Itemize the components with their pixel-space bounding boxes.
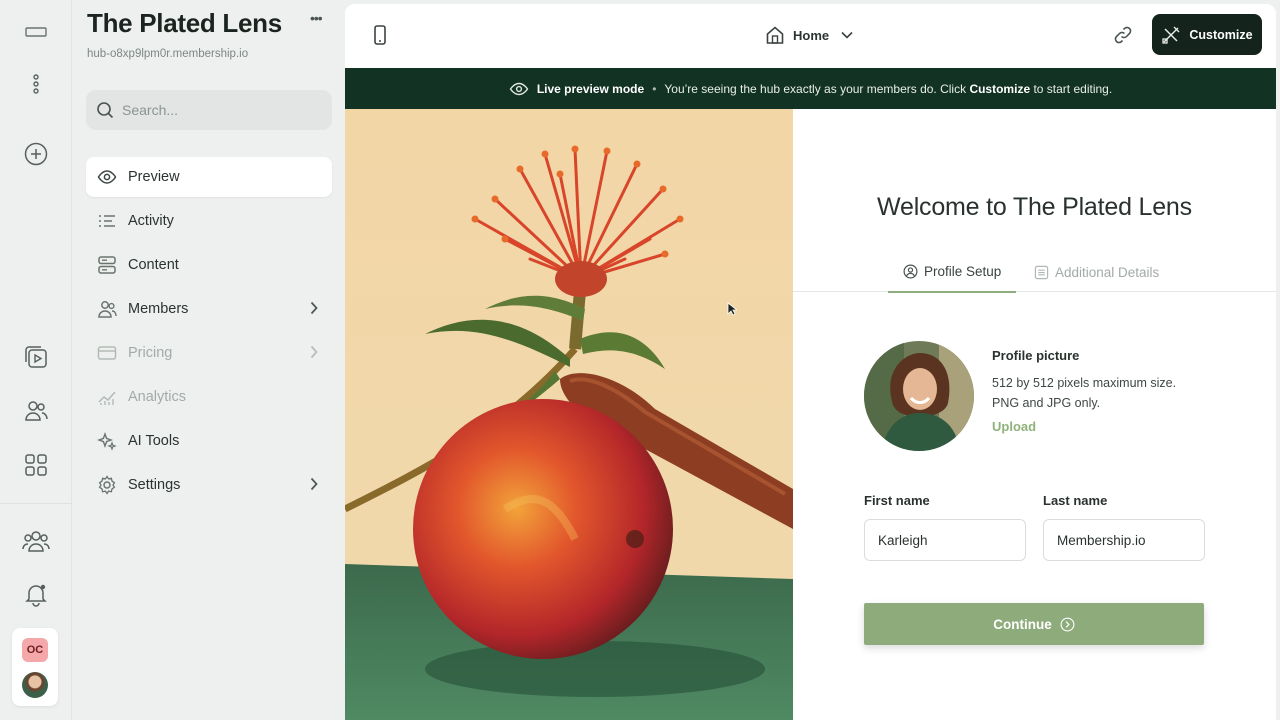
form-tabs: Profile Setup Additional Details <box>793 252 1276 293</box>
tab-label: Profile Setup <box>924 264 1002 279</box>
gear-icon <box>96 474 118 496</box>
credit-card-icon <box>96 342 118 364</box>
first-name-label: First name <box>864 493 930 508</box>
sidebar-item-pricing[interactable]: Pricing <box>86 333 332 373</box>
last-name-field[interactable] <box>1043 519 1205 561</box>
banner-mode-label: Live preview mode <box>536 81 645 96</box>
chevron-down-icon <box>841 31 853 39</box>
banner-message-prefix: You’re seeing the hub exactly as your me… <box>664 81 970 96</box>
mobile-preview-icon[interactable] <box>369 24 391 46</box>
sidebar-item-label: AI Tools <box>128 433 180 449</box>
analytics-icon <box>96 386 118 408</box>
customize-button[interactable]: Customize <box>1152 14 1262 55</box>
grid-icon[interactable] <box>18 447 54 483</box>
sidebar-item-analytics[interactable]: Analytics <box>86 377 332 417</box>
sidebar-item-label: Settings <box>128 477 181 493</box>
sidebar-item-preview[interactable]: Preview <box>86 157 332 197</box>
sidebar-item-label: Pricing <box>128 345 173 361</box>
banner-customize-link[interactable]: Customize <box>969 82 1030 96</box>
page-selector[interactable]: Home <box>765 22 853 48</box>
sparkles-icon <box>96 430 118 452</box>
hub-title: The Plated Lens <box>87 8 282 38</box>
sidebar-item-members[interactable]: Members <box>86 289 332 329</box>
mouse-cursor-icon <box>727 302 739 321</box>
continue-button[interactable]: Continue <box>864 603 1204 645</box>
sidebar-item-label: Content <box>128 257 179 273</box>
sidebar-item-content[interactable]: Content <box>86 245 332 285</box>
last-name-label: Last name <box>1043 493 1108 508</box>
preview-toolbar: Home Customize <box>345 4 1276 68</box>
link-icon[interactable] <box>1111 23 1135 47</box>
play-library-icon[interactable] <box>18 339 54 375</box>
page-selector-label: Home <box>793 27 830 43</box>
eye-icon <box>509 82 529 96</box>
hub-more-button[interactable]: ••• <box>310 10 323 26</box>
onboarding-form: Welcome to The Plated Lens Profile Setup… <box>793 109 1276 720</box>
search-box[interactable] <box>86 90 332 130</box>
profile-picture[interactable] <box>864 341 974 451</box>
rail-divider <box>0 503 72 504</box>
chevron-right-icon <box>310 301 318 319</box>
home-icon <box>765 25 785 45</box>
user-switcher[interactable]: OC <box>12 628 58 706</box>
sidebar-nav: Preview Activity Content Members Pricing… <box>86 157 332 509</box>
search-input[interactable] <box>122 102 322 118</box>
sidebar-item-activity[interactable]: Activity <box>86 201 332 241</box>
chevron-right-icon <box>310 345 318 363</box>
content-stack-icon <box>96 254 118 276</box>
sidebar-item-label: Members <box>128 301 189 317</box>
members-icon[interactable] <box>18 393 54 429</box>
tab-additional-details[interactable]: Additional Details <box>1019 252 1174 292</box>
hub-url: hub-o8xp9lpm0r.membership.io <box>87 48 249 60</box>
sidebar-item-label: Activity <box>128 213 174 229</box>
banner-separator: • <box>652 81 657 96</box>
tab-label: Additional Details <box>1055 264 1160 280</box>
eye-icon <box>96 166 118 188</box>
profile-picture-title: Profile picture <box>992 348 1080 363</box>
sidebar-item-ai-tools[interactable]: AI Tools <box>86 421 332 461</box>
app-rail: OC <box>0 0 72 720</box>
bell-icon[interactable] <box>18 576 54 612</box>
profile-picture-hint-line: PNG and JPG only. <box>992 396 1101 410</box>
arrow-circle-right-icon <box>1060 617 1075 632</box>
upload-link[interactable]: Upload <box>992 419 1036 434</box>
banner-message-suffix: to start editing. <box>1030 81 1113 96</box>
window-icon[interactable] <box>18 14 54 50</box>
sidebar-item-label: Analytics <box>128 389 187 405</box>
profile-picture-hint-line: 512 by 512 pixels maximum size. <box>992 376 1177 390</box>
tab-profile-setup[interactable]: Profile Setup <box>888 252 1017 293</box>
details-grid-icon <box>1034 265 1049 280</box>
sidebar-item-settings[interactable]: Settings <box>86 465 332 505</box>
search-icon <box>96 101 114 119</box>
preview-panel: Home Customize Live preview mode • You’r… <box>345 4 1276 720</box>
first-name-field[interactable] <box>864 519 1026 561</box>
user-initials-badge[interactable]: OC <box>22 638 48 662</box>
live-preview-banner: Live preview mode • You’re seeing the hu… <box>345 68 1276 109</box>
add-circle-icon[interactable] <box>18 136 54 172</box>
more-vertical-icon[interactable] <box>18 66 54 102</box>
hero-image <box>345 109 793 720</box>
customize-icon <box>1161 25 1181 45</box>
user-avatar[interactable] <box>22 672 48 698</box>
sidebar: The Plated Lens ••• hub-o8xp9lpm0r.membe… <box>72 0 344 720</box>
user-circle-icon <box>903 264 918 279</box>
activity-list-icon <box>96 210 118 232</box>
chevron-right-icon <box>310 477 318 495</box>
community-icon[interactable] <box>18 523 54 559</box>
sidebar-item-label: Preview <box>128 169 180 185</box>
welcome-heading: Welcome to The Plated Lens <box>877 193 1192 221</box>
continue-label: Continue <box>993 616 1052 632</box>
customize-label: Customize <box>1189 27 1253 42</box>
profile-picture-hint: 512 by 512 pixels maximum size. PNG and … <box>992 373 1232 413</box>
members-icon <box>96 298 118 320</box>
